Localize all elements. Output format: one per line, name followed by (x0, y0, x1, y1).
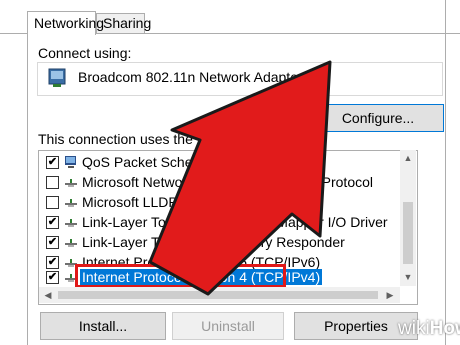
dialog-edge (445, 0, 446, 345)
list-item-label: Microsoft Network Adapter Multiplexor Pr… (82, 174, 373, 190)
protocol-icon (65, 179, 77, 187)
protocol-icon (65, 199, 77, 207)
install-button[interactable]: Install... (40, 312, 166, 340)
list-item-label: Microsoft LLDP Protocol Driver (82, 194, 274, 210)
configure-button[interactable]: Configure... (312, 104, 444, 132)
checkbox[interactable]: ✔ (46, 236, 59, 249)
watermark: wikiHow (398, 318, 460, 339)
highlight-annotation (75, 264, 286, 288)
protocol-icon (65, 239, 77, 247)
panel-border (27, 33, 28, 345)
components-label: This connection uses the following items… (38, 131, 293, 147)
checkbox[interactable]: ✔ (46, 271, 59, 284)
list-item-label: QoS Packet Scheduler (82, 154, 224, 170)
connect-using-label: Connect using: (38, 45, 132, 61)
vertical-scroll-thumb[interactable] (403, 202, 413, 264)
list-item-label: Link-Layer Topology Discovery Responder (82, 234, 345, 250)
network-service-icon (65, 156, 76, 168)
scroll-right-icon[interactable]: ▶ (382, 290, 398, 301)
scroll-down-icon[interactable]: ▼ (400, 272, 416, 282)
network-adapter-icon (48, 68, 66, 87)
properties-dialog: Sharing Networking Connect using: Broadc… (0, 0, 460, 345)
list-item[interactable]: ✔ Link-Layer Topology Discovery Responde… (39, 232, 401, 252)
list-item[interactable]: Microsoft LLDP Protocol Driver (39, 192, 401, 212)
uninstall-button: Uninstall (172, 312, 284, 340)
protocol-icon (65, 219, 77, 227)
checkbox[interactable] (46, 196, 59, 209)
list-item[interactable]: Microsoft Network Adapter Multiplexor Pr… (39, 172, 401, 192)
checkbox[interactable] (46, 176, 59, 189)
scroll-left-icon[interactable]: ◀ (40, 290, 56, 301)
adapter-name: Broadcom 802.11n Network Adapter (78, 69, 303, 85)
list-item-label: Link-Layer Topology Discovery Mapper I/O… (82, 214, 388, 230)
checkbox[interactable]: ✔ (46, 216, 59, 229)
checkbox[interactable]: ✔ (46, 156, 59, 169)
tab-networking[interactable]: Networking (27, 11, 104, 35)
horizontal-scroll-thumb[interactable] (58, 291, 378, 299)
scroll-up-icon[interactable]: ▲ (400, 153, 416, 163)
list-item[interactable]: ✔ QoS Packet Scheduler (39, 152, 401, 172)
list-item[interactable]: ✔ Link-Layer Topology Discovery Mapper I… (39, 212, 401, 232)
